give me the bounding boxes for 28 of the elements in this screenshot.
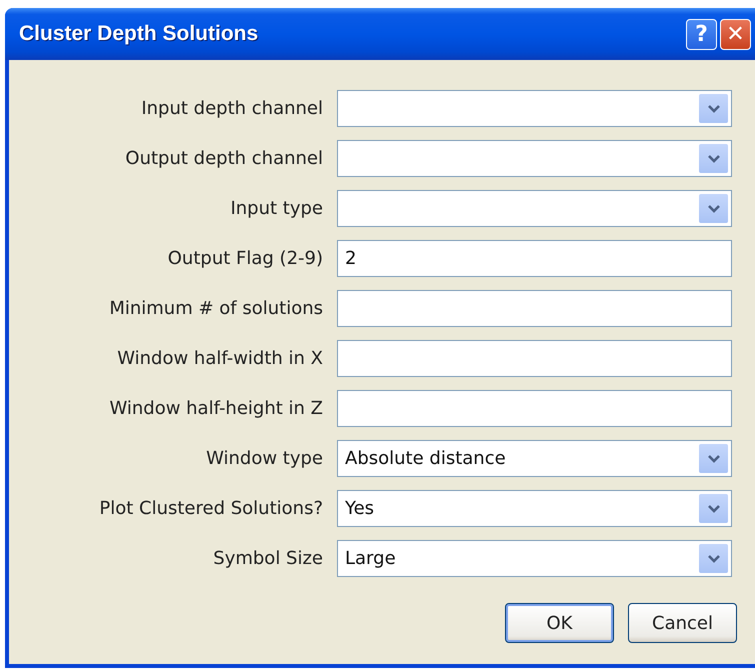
dialog-button[interactable]: OK bbox=[505, 603, 614, 643]
dropdown-field[interactable] bbox=[337, 140, 732, 177]
dropdown-field[interactable] bbox=[337, 190, 732, 227]
dropdown-field[interactable]: Yes bbox=[337, 490, 732, 527]
field-label: Symbol Size bbox=[212, 548, 323, 569]
input-field[interactable] bbox=[337, 390, 732, 427]
dropdown-field[interactable]: Absolute distance bbox=[337, 440, 732, 477]
field-label: Input type bbox=[229, 198, 323, 219]
dropdown-field[interactable] bbox=[337, 90, 732, 127]
field-label: Plot Clustered Solutions? bbox=[98, 498, 323, 519]
dropdown-field[interactable]: Large bbox=[337, 540, 732, 577]
help-button[interactable]: ? bbox=[686, 18, 717, 50]
field-label: Output Flag (2-9) bbox=[166, 248, 323, 269]
field-label: Input depth channel bbox=[140, 98, 323, 119]
field-value: Absolute distance bbox=[345, 448, 507, 469]
field-value: Yes bbox=[345, 498, 376, 519]
window-title: Cluster Depth Solutions bbox=[19, 22, 260, 46]
field-label: Window half-width in X bbox=[116, 348, 323, 369]
field-label: Window half-height in Z bbox=[108, 398, 323, 419]
field-value: Large bbox=[345, 548, 397, 569]
input-field[interactable] bbox=[337, 340, 732, 377]
close-button[interactable]: ✕ bbox=[720, 18, 751, 50]
field-label: Window type bbox=[205, 448, 323, 469]
input-field[interactable] bbox=[337, 290, 732, 327]
dialog-button[interactable]: Cancel bbox=[628, 603, 737, 643]
field-label: Output depth channel bbox=[124, 148, 323, 169]
input-field[interactable]: 2 bbox=[337, 240, 732, 277]
field-label: Minimum # of solutions bbox=[108, 298, 323, 319]
